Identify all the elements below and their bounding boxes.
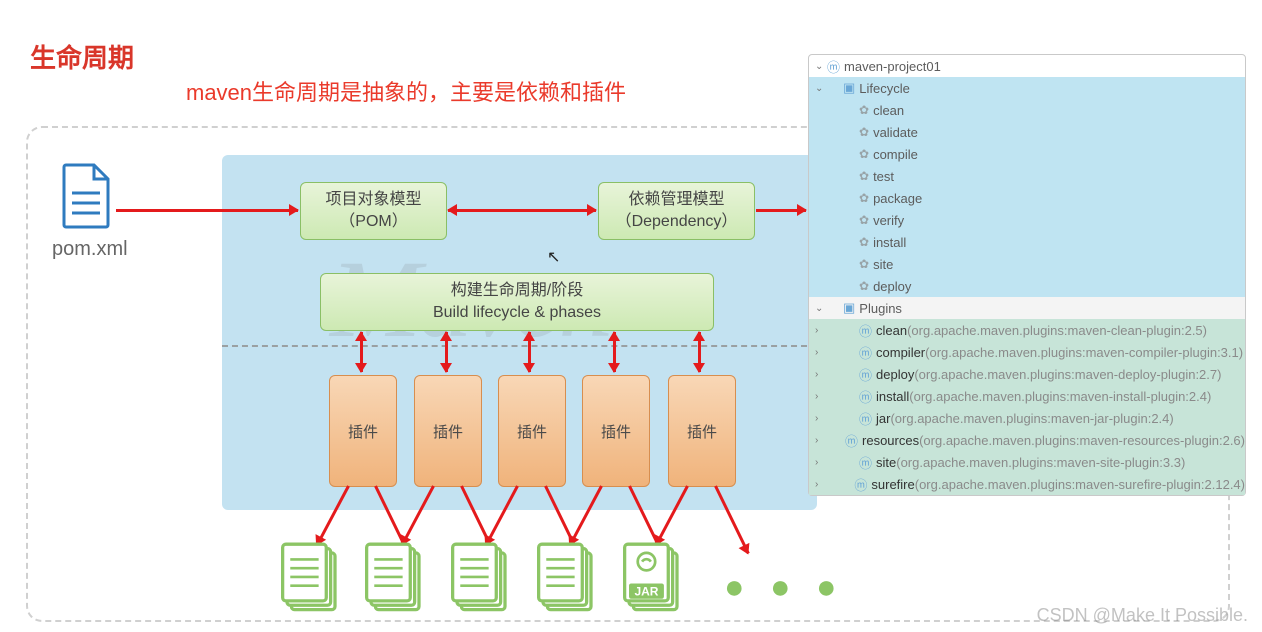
tree-row[interactable]: ›ⓜcompiler (org.apache.maven.plugins:mav… (809, 341, 1245, 363)
plugin-label: 插件 (348, 421, 378, 442)
plugin-icon: ⓜ (859, 343, 872, 362)
tree-row[interactable]: ›ⓜresources (org.apache.maven.plugins:ma… (809, 429, 1245, 451)
pom-model-l2: （POM） (339, 211, 407, 233)
document-output-icon (448, 542, 514, 614)
plugin-icon: ⓜ (859, 387, 872, 406)
tree-row[interactable]: ✿test (809, 165, 1245, 187)
build-phases-box: 构建生命周期/阶段 Build lifecycle & phases (320, 273, 714, 331)
dependency-model-box: 依赖管理模型 （Dependency） (598, 182, 755, 240)
plugin-icon: ⓜ (859, 453, 872, 472)
page-title: 生命周期 (30, 38, 134, 75)
arrow-phase-plugin-3 (528, 332, 531, 372)
arrow-pom-to-model (116, 209, 298, 212)
plugin-box-1: 插件 (329, 375, 397, 487)
jar-output-icon: JAR (620, 542, 686, 614)
gear-icon: ✿ (859, 103, 869, 117)
tree-row[interactable]: ✿validate (809, 121, 1245, 143)
maven-tree-panel[interactable]: ⌄ⓜmaven-project01⌄▣Lifecycle✿clean✿valid… (808, 54, 1246, 496)
tree-row[interactable]: ⌄▣Lifecycle (809, 77, 1245, 99)
arrow-phase-plugin-5 (698, 332, 701, 372)
plugin-box-5: 插件 (668, 375, 736, 487)
tree-row[interactable]: ✿install (809, 231, 1245, 253)
plugin-icon: ⓜ (845, 431, 858, 450)
dep-model-l1: 依赖管理模型 (628, 189, 724, 211)
document-output-icon (362, 542, 428, 614)
plugin-box-2: 插件 (414, 375, 482, 487)
arrow-phase-plugin-1 (360, 332, 363, 372)
gear-icon: ✿ (859, 125, 869, 139)
gear-icon: ✿ (859, 169, 869, 183)
arrow-phase-plugin-2 (445, 332, 448, 372)
folder-icon: ▣ (843, 80, 855, 96)
plugin-box-4: 插件 (582, 375, 650, 487)
document-output-icon (278, 542, 344, 614)
gear-icon: ✿ (859, 213, 869, 227)
plugin-label: 插件 (433, 421, 463, 442)
tree-row[interactable]: ✿clean (809, 99, 1245, 121)
pom-model-l1: 项目对象模型 (325, 189, 421, 211)
plugin-icon: ⓜ (859, 409, 872, 428)
dep-model-l2: （Dependency） (616, 211, 738, 233)
tree-row[interactable]: ›ⓜsite (org.apache.maven.plugins:maven-s… (809, 451, 1245, 473)
plugin-box-3: 插件 (498, 375, 566, 487)
tree-row[interactable]: ›ⓜclean (org.apache.maven.plugins:maven-… (809, 319, 1245, 341)
gear-icon: ✿ (859, 147, 869, 161)
phases-l2: Build lifecycle & phases (433, 302, 601, 324)
footer-watermark: CSDN @Make It Possible. (1037, 605, 1248, 626)
tree-row[interactable]: ✿compile (809, 143, 1245, 165)
tree-row[interactable]: ✿verify (809, 209, 1245, 231)
tree-row[interactable]: ›ⓜjar (org.apache.maven.plugins:maven-ja… (809, 407, 1245, 429)
arrow-phase-plugin-4 (613, 332, 616, 372)
plugin-icon: ⓜ (854, 475, 867, 494)
gear-icon: ✿ (859, 191, 869, 205)
plugin-icon: ⓜ (859, 321, 872, 340)
pom-model-box: 项目对象模型 （POM） (300, 182, 447, 240)
plugin-label: 插件 (517, 421, 547, 442)
document-output-icon (534, 542, 600, 614)
plugin-label: 插件 (601, 421, 631, 442)
arrow-dep-right (756, 209, 806, 212)
phases-l1: 构建生命周期/阶段 (451, 280, 583, 302)
gear-icon: ✿ (859, 257, 869, 271)
folder-icon: ▣ (843, 300, 855, 316)
ellipsis-dots: ● ● ● (724, 568, 845, 607)
tree-row[interactable]: ⌄ⓜmaven-project01 (809, 55, 1245, 77)
dashed-divider (222, 345, 817, 347)
maven-icon: ⓜ (827, 57, 840, 76)
tree-row[interactable]: ✿deploy (809, 275, 1245, 297)
tree-row[interactable]: ✿package (809, 187, 1245, 209)
tree-row[interactable]: ›ⓜsurefire (org.apache.maven.plugins:mav… (809, 473, 1245, 495)
pom-file-label: pom.xml (52, 238, 128, 261)
arrow-pom-dep (448, 209, 596, 212)
svg-text:JAR: JAR (634, 584, 658, 598)
gear-icon: ✿ (859, 235, 869, 249)
page-root: 生命周期 maven生命周期是抽象的，主要是依赖和插件 Maven pom.xm… (0, 0, 1262, 632)
page-subtitle: maven生命周期是抽象的，主要是依赖和插件 (186, 75, 626, 107)
gear-icon: ✿ (859, 279, 869, 293)
plugin-icon: ⓜ (859, 365, 872, 384)
pom-file-icon (60, 163, 114, 229)
tree-row[interactable]: ✿site (809, 253, 1245, 275)
tree-row[interactable]: ›ⓜinstall (org.apache.maven.plugins:mave… (809, 385, 1245, 407)
tree-row[interactable]: ⌄▣Plugins (809, 297, 1245, 319)
plugin-label: 插件 (687, 421, 717, 442)
tree-row[interactable]: ›ⓜdeploy (org.apache.maven.plugins:maven… (809, 363, 1245, 385)
